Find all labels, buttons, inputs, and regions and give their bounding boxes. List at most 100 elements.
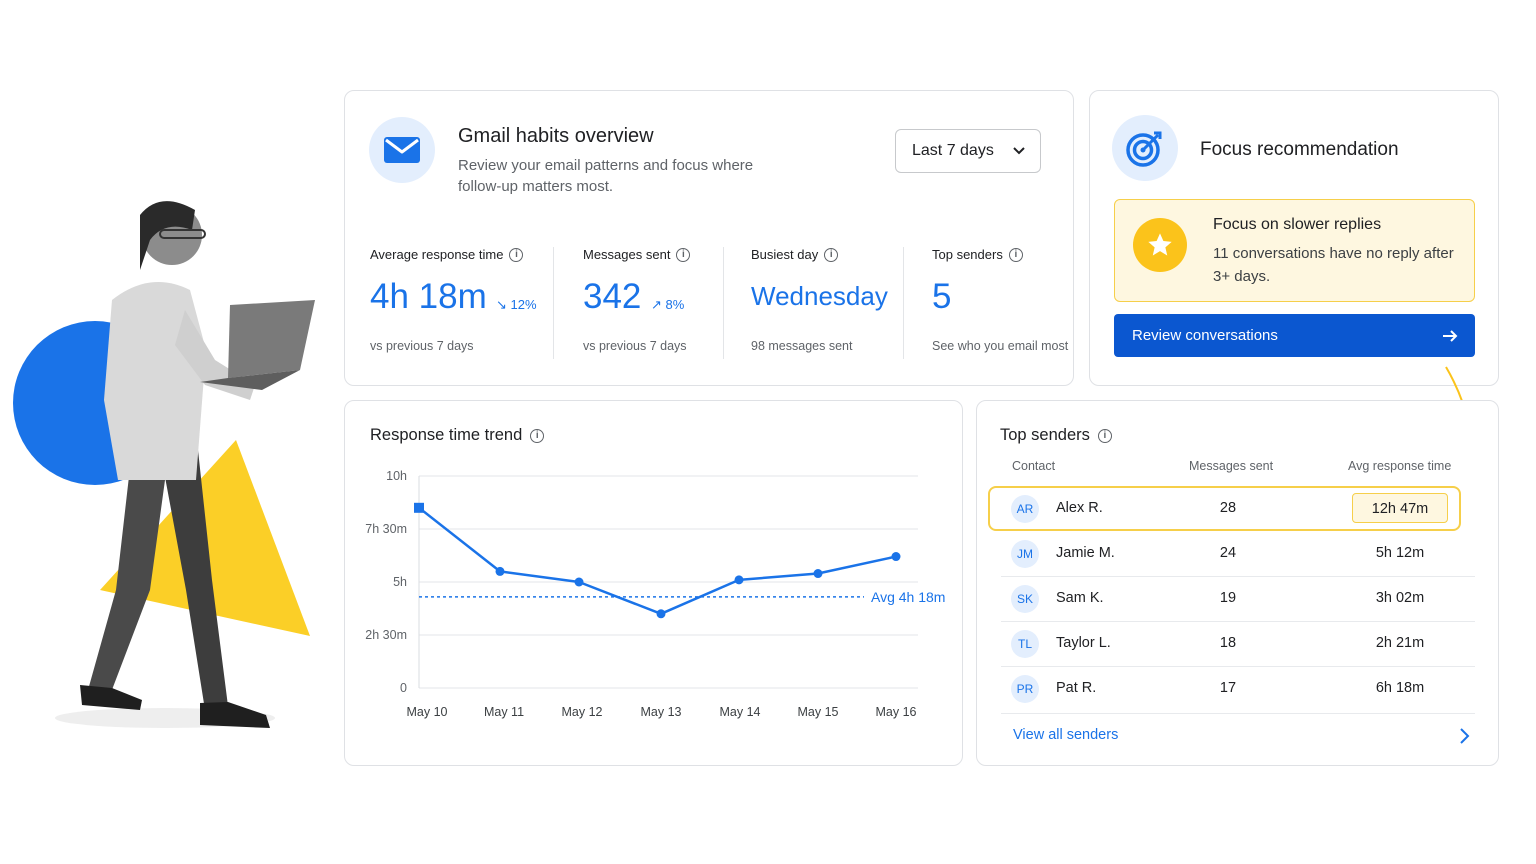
stat-label: Messages sent (583, 247, 671, 262)
y-tick-label: 0 (400, 681, 407, 695)
senders-card: Top senders i Contact Messages sent Avg … (976, 400, 1499, 766)
page-subtitle: Review your email patterns and focus whe… (458, 157, 754, 195)
stat-average-response: Average response time i 4h 18m ↘ 12% vs … (370, 247, 537, 353)
mail-icon (369, 117, 435, 183)
trend-down-icon: ↘ (496, 297, 507, 312)
divider (553, 247, 554, 359)
period-select[interactable]: Last 7 days (895, 129, 1041, 173)
column-header-messages[interactable]: Messages sent (1189, 459, 1273, 473)
chevron-right-icon[interactable] (1456, 727, 1472, 750)
table-row[interactable]: PR Pat R. 17 6h 18m (1001, 666, 1475, 711)
info-icon[interactable]: i (509, 247, 524, 262)
contact-name: Pat R. (1056, 680, 1097, 696)
contact-name: Jamie M. (1056, 545, 1115, 561)
avg-response: 3h 02m (1375, 590, 1425, 606)
stat-value: 4h 18m (370, 277, 487, 316)
stat-value: 342 (583, 277, 642, 316)
data-point (574, 577, 584, 587)
x-tick-label: May 12 (562, 705, 603, 719)
avatar: SK (1011, 585, 1039, 613)
recommendation-title: Focus on slower replies (1213, 216, 1382, 233)
avg-response: 2h 21m (1375, 635, 1425, 651)
stat-footnote: See who you email most (932, 339, 1069, 353)
avg-response: 12h 47m (1352, 493, 1448, 523)
stat-label: Average response time (370, 247, 504, 262)
series-line (418, 506, 897, 616)
data-point (734, 575, 744, 585)
table-row[interactable]: SK Sam K. 19 3h 02m (1001, 576, 1475, 621)
x-tick-label: May 14 (720, 705, 761, 719)
stat-footnote: vs previous 7 days (583, 339, 687, 353)
column-header-avg-response[interactable]: Avg response time (1348, 459, 1451, 473)
y-tick-label: 2h 30m (365, 628, 407, 642)
overview-card: Gmail habits overview Review your email … (344, 90, 1074, 386)
button-label: Review conversations (1132, 327, 1278, 344)
x-tick-label: May 16 (876, 705, 917, 719)
arrow-right-icon (1441, 327, 1459, 349)
avatar: AR (1011, 495, 1039, 523)
stat-top-senders: Top senders i 5 See who you email most (932, 247, 1068, 353)
stat-label: Busiest day (751, 247, 819, 262)
stat-delta: ↘ 12% (496, 297, 537, 313)
data-point (414, 502, 424, 513)
response-time-chart: 0 2h 30m 5h 7h 30m 10h May 10 May 11 May 12 May … (365, 469, 945, 719)
info-icon[interactable]: i (1097, 428, 1112, 443)
stat-delta: ↗ 8% (651, 297, 684, 313)
divider (723, 247, 724, 359)
stat-label: Top senders (932, 247, 1003, 262)
contact-name: Alex R. (1056, 500, 1103, 516)
page-title: Gmail habits overview (458, 125, 654, 147)
message-count: 24 (1219, 545, 1237, 561)
period-select-value: Last 7 days (912, 142, 994, 159)
data-point (656, 609, 666, 619)
x-tick-label: May 10 (407, 705, 448, 719)
contact-name: Sam K. (1056, 590, 1104, 606)
stat-value: 5 (932, 277, 952, 316)
focus-card: Focus recommendation Focus on slower rep… (1089, 90, 1499, 386)
avatar: JM (1011, 540, 1039, 568)
data-point (495, 566, 505, 576)
target-icon (1112, 115, 1178, 181)
stat-footnote: vs previous 7 days (370, 339, 474, 353)
message-count: 28 (1219, 500, 1237, 516)
info-icon[interactable]: i (824, 247, 839, 262)
data-point (813, 569, 823, 579)
table-row[interactable]: JM Jamie M. 24 5h 12m (1001, 531, 1475, 576)
recommendation-text: 11 conversations have no reply after 3+ … (1213, 245, 1454, 285)
review-conversations-button[interactable]: Review conversations (1114, 314, 1475, 357)
focus-title: Focus recommendation (1200, 139, 1399, 160)
stat-value: Wednesday (751, 281, 888, 311)
avg-response: 6h 18m (1375, 680, 1425, 696)
message-count: 19 (1219, 590, 1237, 606)
y-tick-label: 7h 30m (365, 522, 407, 536)
y-tick-label: 10h (386, 469, 407, 483)
recommendation-box: Focus on slower replies 11 conversations… (1114, 199, 1475, 302)
hero-illustration (0, 150, 340, 770)
avatar: PR (1011, 675, 1039, 703)
y-tick-label: 5h (393, 575, 407, 589)
column-header-contact[interactable]: Contact (1012, 459, 1055, 473)
table-row[interactable]: TL Taylor L. 18 2h 21m (1001, 621, 1475, 666)
view-all-senders-link[interactable]: View all senders (1013, 727, 1118, 743)
avatar: TL (1011, 630, 1039, 658)
info-icon[interactable]: i (1008, 247, 1023, 262)
trend-up-icon: ↗ (651, 297, 662, 312)
senders-title: Top senders (1000, 426, 1090, 444)
message-count: 17 (1219, 680, 1237, 696)
x-tick-label: May 15 (798, 705, 839, 719)
divider (1001, 713, 1475, 714)
chevron-down-icon (1010, 142, 1028, 165)
contact-name: Taylor L. (1056, 635, 1111, 651)
stat-messages-sent: Messages sent i 342 ↗ 8% vs previous 7 d… (583, 247, 691, 353)
average-label: Avg 4h 18m (871, 589, 945, 605)
data-point (891, 552, 901, 562)
stat-busiest-day: Busiest day i Wednesday 98 messages sent (751, 247, 888, 353)
stat-delta-value: 8% (665, 297, 685, 312)
star-icon (1133, 218, 1187, 272)
x-tick-label: May 13 (641, 705, 682, 719)
x-tick-label: May 11 (484, 705, 524, 719)
info-icon[interactable]: i (676, 247, 691, 262)
stat-footnote: 98 messages sent (751, 339, 853, 353)
avg-response: 5h 12m (1375, 545, 1425, 561)
table-row[interactable]: AR Alex R. 28 12h 47m (988, 486, 1461, 531)
